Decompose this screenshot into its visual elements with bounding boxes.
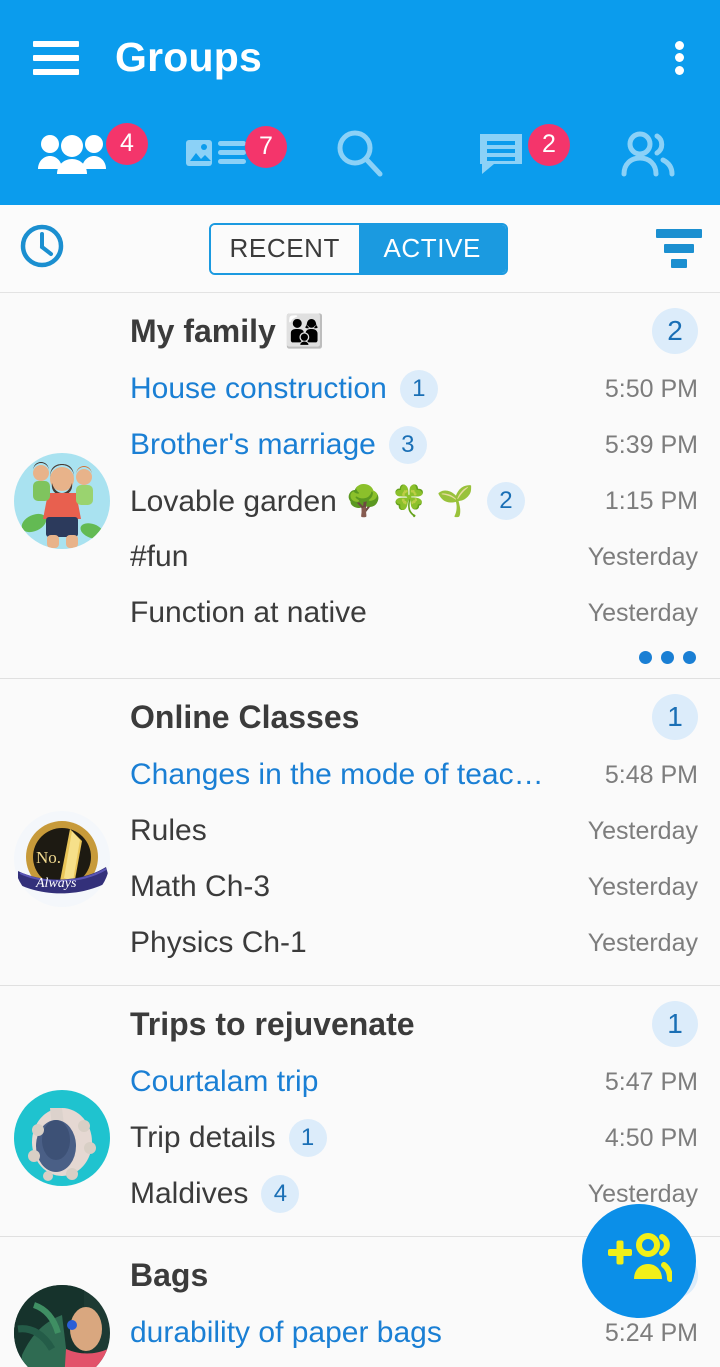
topic-name: House construction (130, 372, 387, 405)
topic-row[interactable]: Brother's marriage 3 5:39 PM (0, 417, 720, 473)
topic-name: Math Ch-3 (130, 870, 271, 903)
group-title: My family 👨‍👩‍👦 (130, 313, 325, 349)
topic-row[interactable]: Courtalam trip 5:47 PM (0, 1054, 720, 1110)
page-title: Groups (115, 34, 262, 80)
topic-timestamp: 5:48 PM (604, 760, 698, 789)
tab-chats-badge: 2 (528, 123, 570, 166)
topic-name: Trip details (130, 1121, 276, 1154)
beach-water-photo-avatar[interactable] (14, 1090, 110, 1186)
topic-row[interactable]: Physics Ch-1 Yesterday (0, 915, 720, 971)
group-section: Online Classes 1 Changes in the mode of te… (0, 679, 720, 986)
topic-timestamp: 5:50 PM (604, 374, 698, 403)
topic-timestamp: 5:24 PM (604, 1318, 698, 1347)
topic-name: #fun (130, 540, 189, 573)
group-header[interactable]: Trips to rejuvenate 1 (0, 994, 720, 1054)
tab-groups-badge: 4 (106, 122, 148, 165)
add-group-button[interactable] (582, 1204, 696, 1318)
group-title: Bags (130, 1256, 209, 1293)
topic-timestamp: 4:50 PM (604, 1123, 698, 1152)
topic-name: Function at native (130, 596, 367, 629)
segment-active[interactable]: ACTIVE (358, 224, 506, 273)
recent-active-toggle: RECENT ACTIVE (209, 222, 508, 275)
topic-unread-badge: 1 (399, 370, 438, 408)
topic-row[interactable]: Changes in the mode of teac… 5:48 PM (0, 747, 720, 803)
topic-name: Changes in the mode of teac… (130, 758, 544, 791)
groups-screen: Groups (0, 0, 720, 1367)
group-section: My family 👨‍👩‍👦 2 House construction 1 5:50 … (0, 293, 720, 679)
topic-name: Courtalam trip (130, 1065, 319, 1098)
clock-icon[interactable] (18, 222, 66, 275)
no1-always-medal-avatar[interactable]: No. Always (14, 811, 110, 907)
tab-feed[interactable]: 7 (144, 121, 288, 191)
segment-recent[interactable]: RECENT (211, 224, 359, 273)
topic-unread-badge: 4 (261, 1175, 300, 1213)
app-header: Groups 4 7 2 (0, 0, 720, 205)
add-group-member-icon (606, 1231, 673, 1292)
group-header[interactable]: My family 👨‍👩‍👦 2 (0, 301, 720, 361)
topic-unread-badge: 2 (486, 482, 525, 520)
topic-timestamp: 5:39 PM (604, 430, 698, 459)
topic-unread-badge: 3 (388, 426, 427, 464)
filter-bar: RECENT ACTIVE (0, 205, 720, 293)
overflow-menu-icon[interactable] (660, 37, 698, 79)
topic-row[interactable]: House construction 1 5:50 PM (0, 361, 720, 417)
topic-name: Maldives (130, 1177, 249, 1210)
topic-timestamp: Yesterday (587, 542, 698, 571)
search-icon (334, 128, 386, 185)
contacts-icon (619, 130, 677, 183)
header-tabbar: 4 7 2 (0, 115, 720, 205)
groups-icon (36, 129, 108, 184)
topic-row[interactable]: Function at native Yesterday (0, 585, 720, 641)
group-unread-badge: 1 (652, 1001, 698, 1047)
topic-timestamp: Yesterday (587, 928, 698, 957)
chat-bubble-icon (478, 130, 530, 183)
group-unread-badge: 2 (652, 308, 698, 354)
tab-search[interactable] (288, 121, 432, 191)
topic-name: Brother's marriage (130, 428, 376, 461)
topic-name: Rules (130, 814, 207, 847)
topic-timestamp: 1:15 PM (604, 486, 698, 515)
filter-funnel-icon[interactable] (656, 229, 702, 268)
topic-timestamp: 5:47 PM (604, 1067, 698, 1096)
tab-chats[interactable]: 2 (432, 121, 576, 191)
group-header[interactable]: Online Classes 1 (0, 687, 720, 747)
header-toolbar: Groups (0, 0, 720, 115)
topic-row[interactable]: #fun Yesterday (0, 529, 720, 585)
topic-timestamp: Yesterday (587, 816, 698, 845)
show-more-topics-button[interactable] (0, 641, 720, 664)
topic-unread-badge: 1 (288, 1119, 327, 1157)
group-title: Online Classes (130, 698, 360, 735)
group-section: Trips to rejuvenate 1 Courtalam trip 5:47 P… (0, 986, 720, 1237)
svg-text:Always: Always (35, 876, 77, 891)
tab-contacts[interactable] (576, 121, 720, 191)
family-illustration-avatar[interactable] (14, 453, 110, 549)
svg-text:No.: No. (36, 848, 61, 867)
group-unread-badge: 1 (652, 694, 698, 740)
feed-list-icon (185, 132, 247, 181)
hamburger-menu-icon[interactable] (33, 40, 79, 75)
topic-timestamp: Yesterday (587, 872, 698, 901)
group-title: Trips to rejuvenate (130, 1005, 415, 1042)
topic-name: Lovable garden 🌳 🍀 🌱 (130, 484, 474, 518)
topic-name: durability of paper bags (130, 1316, 442, 1349)
topic-name: Physics Ch-1 (130, 926, 307, 959)
tab-feed-badge: 7 (245, 125, 287, 168)
topic-timestamp: Yesterday (587, 598, 698, 627)
tab-groups[interactable]: 4 (0, 121, 148, 191)
groups-list[interactable]: My family 👨‍👩‍👦 2 House construction 1 5:50 … (0, 293, 720, 1367)
